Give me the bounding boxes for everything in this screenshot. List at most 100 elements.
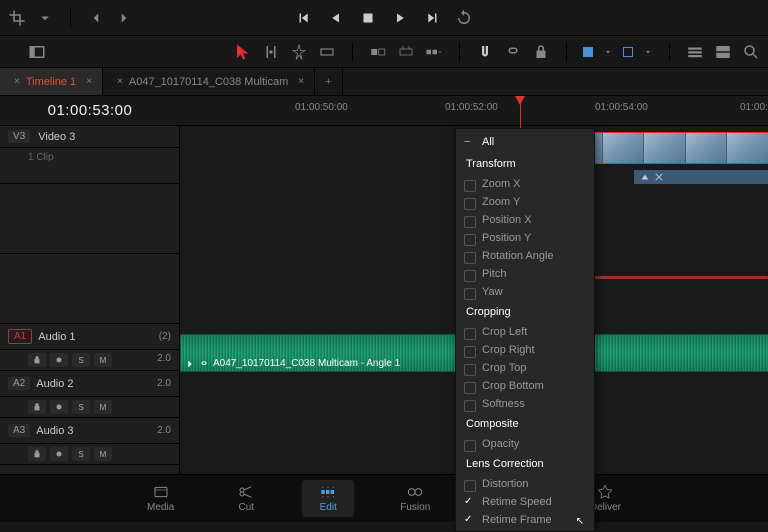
nav-fusion[interactable]: Fusion (384, 480, 446, 517)
clip-arrow-icon (185, 359, 195, 369)
menu-item[interactable]: Zoom Y (456, 193, 594, 211)
mute-button[interactable]: M (94, 400, 112, 414)
track-headers: V3 Video 3 1 Clip A1 Audio 1 (2) S M 2.0… (0, 126, 180, 496)
snap-icon[interactable] (476, 43, 494, 61)
overwrite-icon[interactable] (369, 43, 387, 61)
nav-cut[interactable]: Cut (220, 480, 272, 517)
track-header-a2[interactable]: A2 Audio 2 2.0 (0, 371, 179, 397)
tab-multicam[interactable]: × A047_10170114_C038 Multicam × (103, 68, 315, 95)
arm-button[interactable] (50, 353, 68, 367)
menu-item[interactable]: Softness (456, 395, 594, 413)
tab-timeline-1[interactable]: × Timeline 1 × (0, 68, 103, 95)
clip-speed-indicator[interactable] (634, 170, 768, 184)
chevron-down-icon[interactable] (36, 9, 54, 27)
track-header-v3[interactable]: V3 Video 3 (0, 126, 179, 148)
track-header-a3[interactable]: A3 Audio 3 2.0 (0, 418, 179, 444)
track-clip-count: 1 Clip (0, 148, 179, 184)
paste-attributes-menu: All TransformZoom XZoom YPosition XPosit… (455, 128, 595, 532)
close-icon[interactable]: × (86, 76, 92, 87)
first-frame-icon[interactable] (295, 9, 313, 27)
track-gap (0, 184, 179, 254)
solo-button[interactable]: S (72, 353, 90, 367)
prev-icon[interactable] (87, 9, 105, 27)
timeline-tabs: × Timeline 1 × × A047_10170114_C038 Mult… (0, 68, 768, 96)
marker-blue-icon[interactable] (623, 47, 633, 57)
stacked-view-icon[interactable] (714, 43, 732, 61)
loop-icon[interactable] (455, 9, 473, 27)
menu-item[interactable]: Crop Top (456, 359, 594, 377)
menu-group-header: Transform (456, 153, 594, 175)
close-icon[interactable]: × (117, 76, 123, 87)
menu-item-retime-speed[interactable]: Retime Speed (456, 493, 594, 511)
track-controls-a2: S M (0, 397, 179, 418)
panel-icon[interactable] (28, 43, 46, 61)
track-gap (0, 254, 179, 324)
flag-blue-icon[interactable] (583, 47, 593, 57)
play-icon[interactable] (391, 9, 409, 27)
nav-edit[interactable]: Edit (302, 480, 354, 517)
blade-tool-icon[interactable] (290, 43, 308, 61)
timeline-ruler[interactable]: 01:00:50:0001:00:52:0001:00:54:0001:00:5… (180, 96, 768, 125)
mute-button[interactable]: M (94, 353, 112, 367)
menu-item[interactable]: Pitch (456, 265, 594, 283)
crop-icon[interactable] (8, 9, 26, 27)
menu-item[interactable]: Distortion (456, 475, 594, 493)
lock-button[interactable] (28, 353, 46, 367)
playhead-timecode[interactable]: 01:00:53:00 (0, 96, 180, 125)
replace-icon[interactable] (397, 43, 415, 61)
link-icon[interactable] (504, 43, 522, 61)
trim-tool-icon[interactable] (262, 43, 280, 61)
last-frame-icon[interactable] (423, 9, 441, 27)
search-icon[interactable] (742, 43, 760, 61)
track-tag: V3 (8, 130, 30, 143)
close-icon[interactable]: × (298, 76, 304, 87)
close-icon[interactable]: × (14, 76, 20, 87)
track-volume: 2.0 (157, 425, 171, 436)
fusion-icon (405, 484, 425, 500)
nav-label: Media (147, 502, 174, 513)
nav-label: Edit (320, 502, 337, 513)
transport-controls (295, 9, 473, 27)
nav-media[interactable]: Media (131, 480, 190, 517)
menu-header-all[interactable]: All (456, 131, 594, 153)
arm-button[interactable] (50, 447, 68, 461)
lock-button[interactable] (28, 447, 46, 461)
solo-button[interactable]: S (72, 400, 90, 414)
ruler-timecode: 01:00:54:00 (595, 102, 648, 113)
mute-button[interactable]: M (94, 447, 112, 461)
edit-icon (318, 484, 338, 500)
menu-item[interactable]: Crop Bottom (456, 377, 594, 395)
selection-tool-icon[interactable] (234, 43, 252, 61)
lock-icon[interactable] (532, 43, 550, 61)
insert-tool-icon[interactable] (318, 43, 336, 61)
menu-group-header: Cropping (456, 301, 594, 323)
menu-group-header: Lens Correction (456, 453, 594, 475)
link-icon (199, 359, 209, 369)
next-icon[interactable] (115, 9, 133, 27)
tab-label: A047_10170114_C038 Multicam (129, 76, 288, 88)
play-reverse-icon[interactable] (327, 9, 345, 27)
menu-item[interactable]: Yaw (456, 283, 594, 301)
stop-icon[interactable] (359, 9, 377, 27)
lock-button[interactable] (28, 400, 46, 414)
timeline-view-icon[interactable] (686, 43, 704, 61)
track-header-a1[interactable]: A1 Audio 1 (2) (0, 324, 179, 350)
cut-icon (236, 484, 256, 500)
track-tag: A3 (8, 424, 30, 437)
tab-add[interactable]: + (315, 68, 342, 95)
menu-item[interactable]: Rotation Angle (456, 247, 594, 265)
solo-button[interactable]: S (72, 447, 90, 461)
tab-label: Timeline 1 (26, 76, 76, 88)
menu-item[interactable]: Position Y (456, 229, 594, 247)
menu-item[interactable]: Crop Right (456, 341, 594, 359)
chevron-down-icon[interactable] (643, 43, 653, 61)
chevron-down-icon[interactable] (603, 43, 613, 61)
menu-item[interactable]: Zoom X (456, 175, 594, 193)
menu-item[interactable]: Position X (456, 211, 594, 229)
menu-item[interactable]: Opacity (456, 435, 594, 453)
ripple-icon[interactable] (425, 43, 443, 61)
menu-item-retime-frame[interactable]: Retime Frame (456, 511, 594, 529)
menu-item[interactable]: Crop Left (456, 323, 594, 341)
track-name: Audio 2 (36, 378, 73, 390)
arm-button[interactable] (50, 400, 68, 414)
